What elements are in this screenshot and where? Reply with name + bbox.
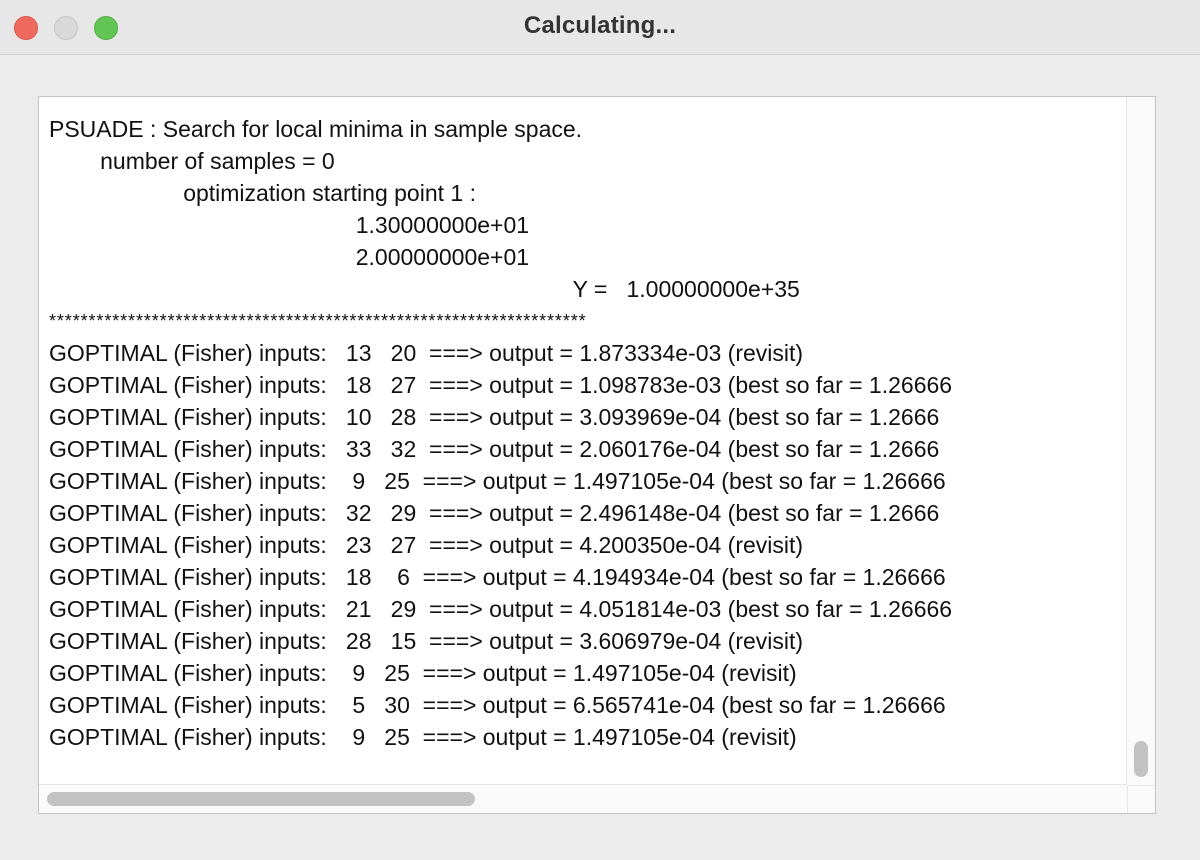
output-line-goptimal: GOPTIMAL (Fisher) inputs: 23 27 ===> out… — [49, 532, 804, 558]
vertical-scrollbar[interactable] — [1126, 97, 1155, 785]
output-line-header: PSUADE : Search for local minima in samp… — [49, 116, 583, 142]
vertical-scroll-thumb[interactable] — [1134, 741, 1148, 777]
horizontal-scrollbar[interactable] — [39, 784, 1127, 813]
output-line-y-value: Y = 1.00000000e+35 — [49, 276, 800, 302]
scrollbar-corner — [1127, 785, 1155, 813]
output-line-goptimal: GOPTIMAL (Fisher) inputs: 5 30 ===> outp… — [49, 692, 946, 718]
output-line-goptimal: GOPTIMAL (Fisher) inputs: 9 25 ===> outp… — [49, 660, 797, 686]
output-line-goptimal: GOPTIMAL (Fisher) inputs: 13 20 ===> out… — [49, 340, 804, 366]
output-line-start-value-1: 1.30000000e+01 — [49, 212, 530, 238]
output-line-goptimal: GOPTIMAL (Fisher) inputs: 18 27 ===> out… — [49, 372, 953, 398]
output-line-goptimal: GOPTIMAL (Fisher) inputs: 32 29 ===> out… — [49, 500, 940, 526]
output-text-content: PSUADE : Search for local minima in samp… — [49, 113, 1127, 769]
output-line-sample-count: number of samples = 0 — [49, 148, 335, 174]
output-line-goptimal: GOPTIMAL (Fisher) inputs: 28 15 ===> out… — [49, 628, 804, 654]
output-line-goptimal: GOPTIMAL (Fisher) inputs: 33 32 ===> out… — [49, 436, 940, 462]
output-line-start-point: optimization starting point 1 : — [49, 180, 476, 206]
calculating-window: Calculating... PSUADE : Search for local… — [0, 0, 1200, 860]
output-line-start-value-2: 2.00000000e+01 — [49, 244, 530, 270]
window-title: Calculating... — [523, 12, 677, 39]
output-line-goptimal: GOPTIMAL (Fisher) inputs: 21 29 ===> out… — [49, 596, 953, 622]
output-line-goptimal: GOPTIMAL (Fisher) inputs: 18 6 ===> outp… — [49, 564, 946, 590]
output-text-area[interactable]: PSUADE : Search for local minima in samp… — [38, 96, 1156, 814]
output-line-goptimal: GOPTIMAL (Fisher) inputs: 9 25 ===> outp… — [49, 724, 797, 750]
output-line-separator: ****************************************… — [49, 311, 587, 331]
output-line-goptimal: GOPTIMAL (Fisher) inputs: 10 28 ===> out… — [49, 404, 940, 430]
horizontal-scroll-thumb[interactable] — [47, 792, 475, 806]
output-line-goptimal: GOPTIMAL (Fisher) inputs: 9 25 ===> outp… — [49, 468, 946, 494]
title-bar[interactable]: Calculating... — [0, 0, 1200, 55]
